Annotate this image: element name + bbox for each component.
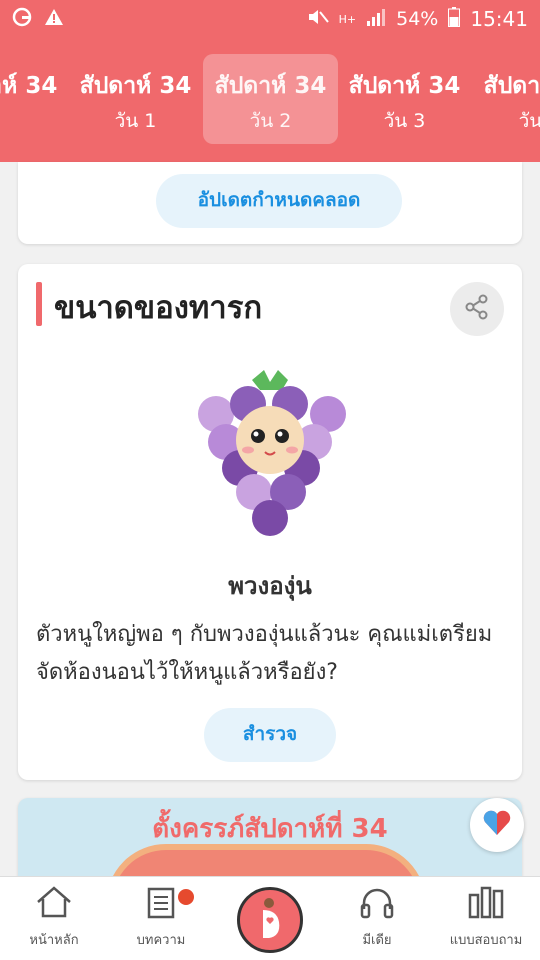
network-icon: H+: [338, 12, 357, 26]
week-day-tabs[interactable]: สัปดาห์ 34 สัปดาห์ 34 วัน 1 สัปดาห์ 34 ว…: [0, 38, 540, 162]
heart-icon: [482, 809, 512, 841]
tab-week-label: สัปดาห์ 34: [348, 73, 461, 99]
article-icon: [144, 887, 178, 923]
tab-day-label: วัน 3: [383, 110, 426, 132]
favorite-badge[interactable]: [470, 798, 524, 852]
tab-week-label: สัปดาห์ 34: [79, 73, 192, 99]
pregnancy-icon: [251, 896, 289, 944]
tab-week-label: สัปดาห์ 34: [214, 73, 327, 99]
baby-size-description: ตัวหนูใหญ่พอ ๆ กับพวงองุ่นแล้วนะ คุณแม่เ…: [36, 622, 493, 685]
nav-label: มีเดีย: [362, 933, 392, 948]
nav-label: แบบสอบถาม: [449, 933, 523, 948]
tab-week-34-day-4[interactable]: สัปดาห์ 34 วัน 4: [472, 54, 540, 144]
explore-button[interactable]: สำรวจ: [204, 708, 336, 762]
update-due-date-button[interactable]: อัปเดตกำหนดคลอด: [156, 174, 402, 228]
card-title: ขนาดของทารก: [54, 290, 263, 326]
headphones-icon: [359, 888, 395, 923]
tab-week-34[interactable]: สัปดาห์ 34: [0, 54, 69, 144]
tab-week-34-day-1[interactable]: สัปดาห์ 34 วัน 1: [68, 54, 203, 144]
baby-size-card: ขนาดของทารก พวงองุ่น ตัวหนูใหญ่พอ ๆ กับพ…: [18, 264, 522, 780]
share-button[interactable]: [450, 282, 504, 336]
tab-week-34-day-2[interactable]: สัปดาห์ 34 วัน 2: [203, 54, 338, 144]
due-date-card: อัปเดตกำหนดคลอด: [18, 162, 522, 244]
tab-day-label: วัน 1: [114, 110, 157, 132]
tab-day-label: วัน 2: [249, 110, 292, 132]
fruit-name: พวงองุ่น: [228, 572, 312, 600]
pregnancy-center-button[interactable]: [237, 887, 303, 953]
tab-week-label: สัปดาห์ 34: [483, 73, 540, 99]
home-icon: [35, 886, 73, 923]
nav-label: บทความ: [136, 933, 186, 948]
status-bar: H+ 54% 15:41: [0, 0, 540, 38]
tab-week-34-day-3[interactable]: สัปดาห์ 34 วัน 3: [337, 54, 472, 144]
share-icon: [463, 293, 491, 325]
grape-illustration: [190, 368, 350, 538]
signal-icon: [366, 8, 386, 31]
battery-icon: [448, 6, 461, 32]
nav-media[interactable]: มีเดีย: [327, 885, 427, 950]
tab-week-label: สัปดาห์ 34: [0, 73, 58, 99]
tab-day-label: วัน 4: [518, 110, 540, 132]
chart-icon: [467, 886, 505, 923]
bottom-navigation: หน้าหลัก บทความ มีเดีย แบบสอบถาม: [0, 876, 540, 960]
google-icon: [12, 7, 32, 32]
title-accent-bar: [36, 282, 42, 326]
nav-survey[interactable]: แบบสอบถาม: [436, 885, 536, 950]
nav-home[interactable]: หน้าหลัก: [4, 885, 104, 950]
promo-title: ตั้งครรภ์สัปดาห์ที่ 34: [152, 814, 388, 844]
nav-label: หน้าหลัก: [29, 933, 79, 948]
warning-icon: [44, 8, 64, 31]
mute-icon: [307, 8, 329, 31]
nav-articles[interactable]: บทความ: [111, 885, 211, 950]
clock: 15:41: [470, 7, 528, 31]
notification-dot: [178, 889, 194, 905]
battery-percent: 54%: [396, 8, 439, 30]
promo-banner[interactable]: ตั้งครรภ์สัปดาห์ที่ 34: [18, 798, 522, 888]
